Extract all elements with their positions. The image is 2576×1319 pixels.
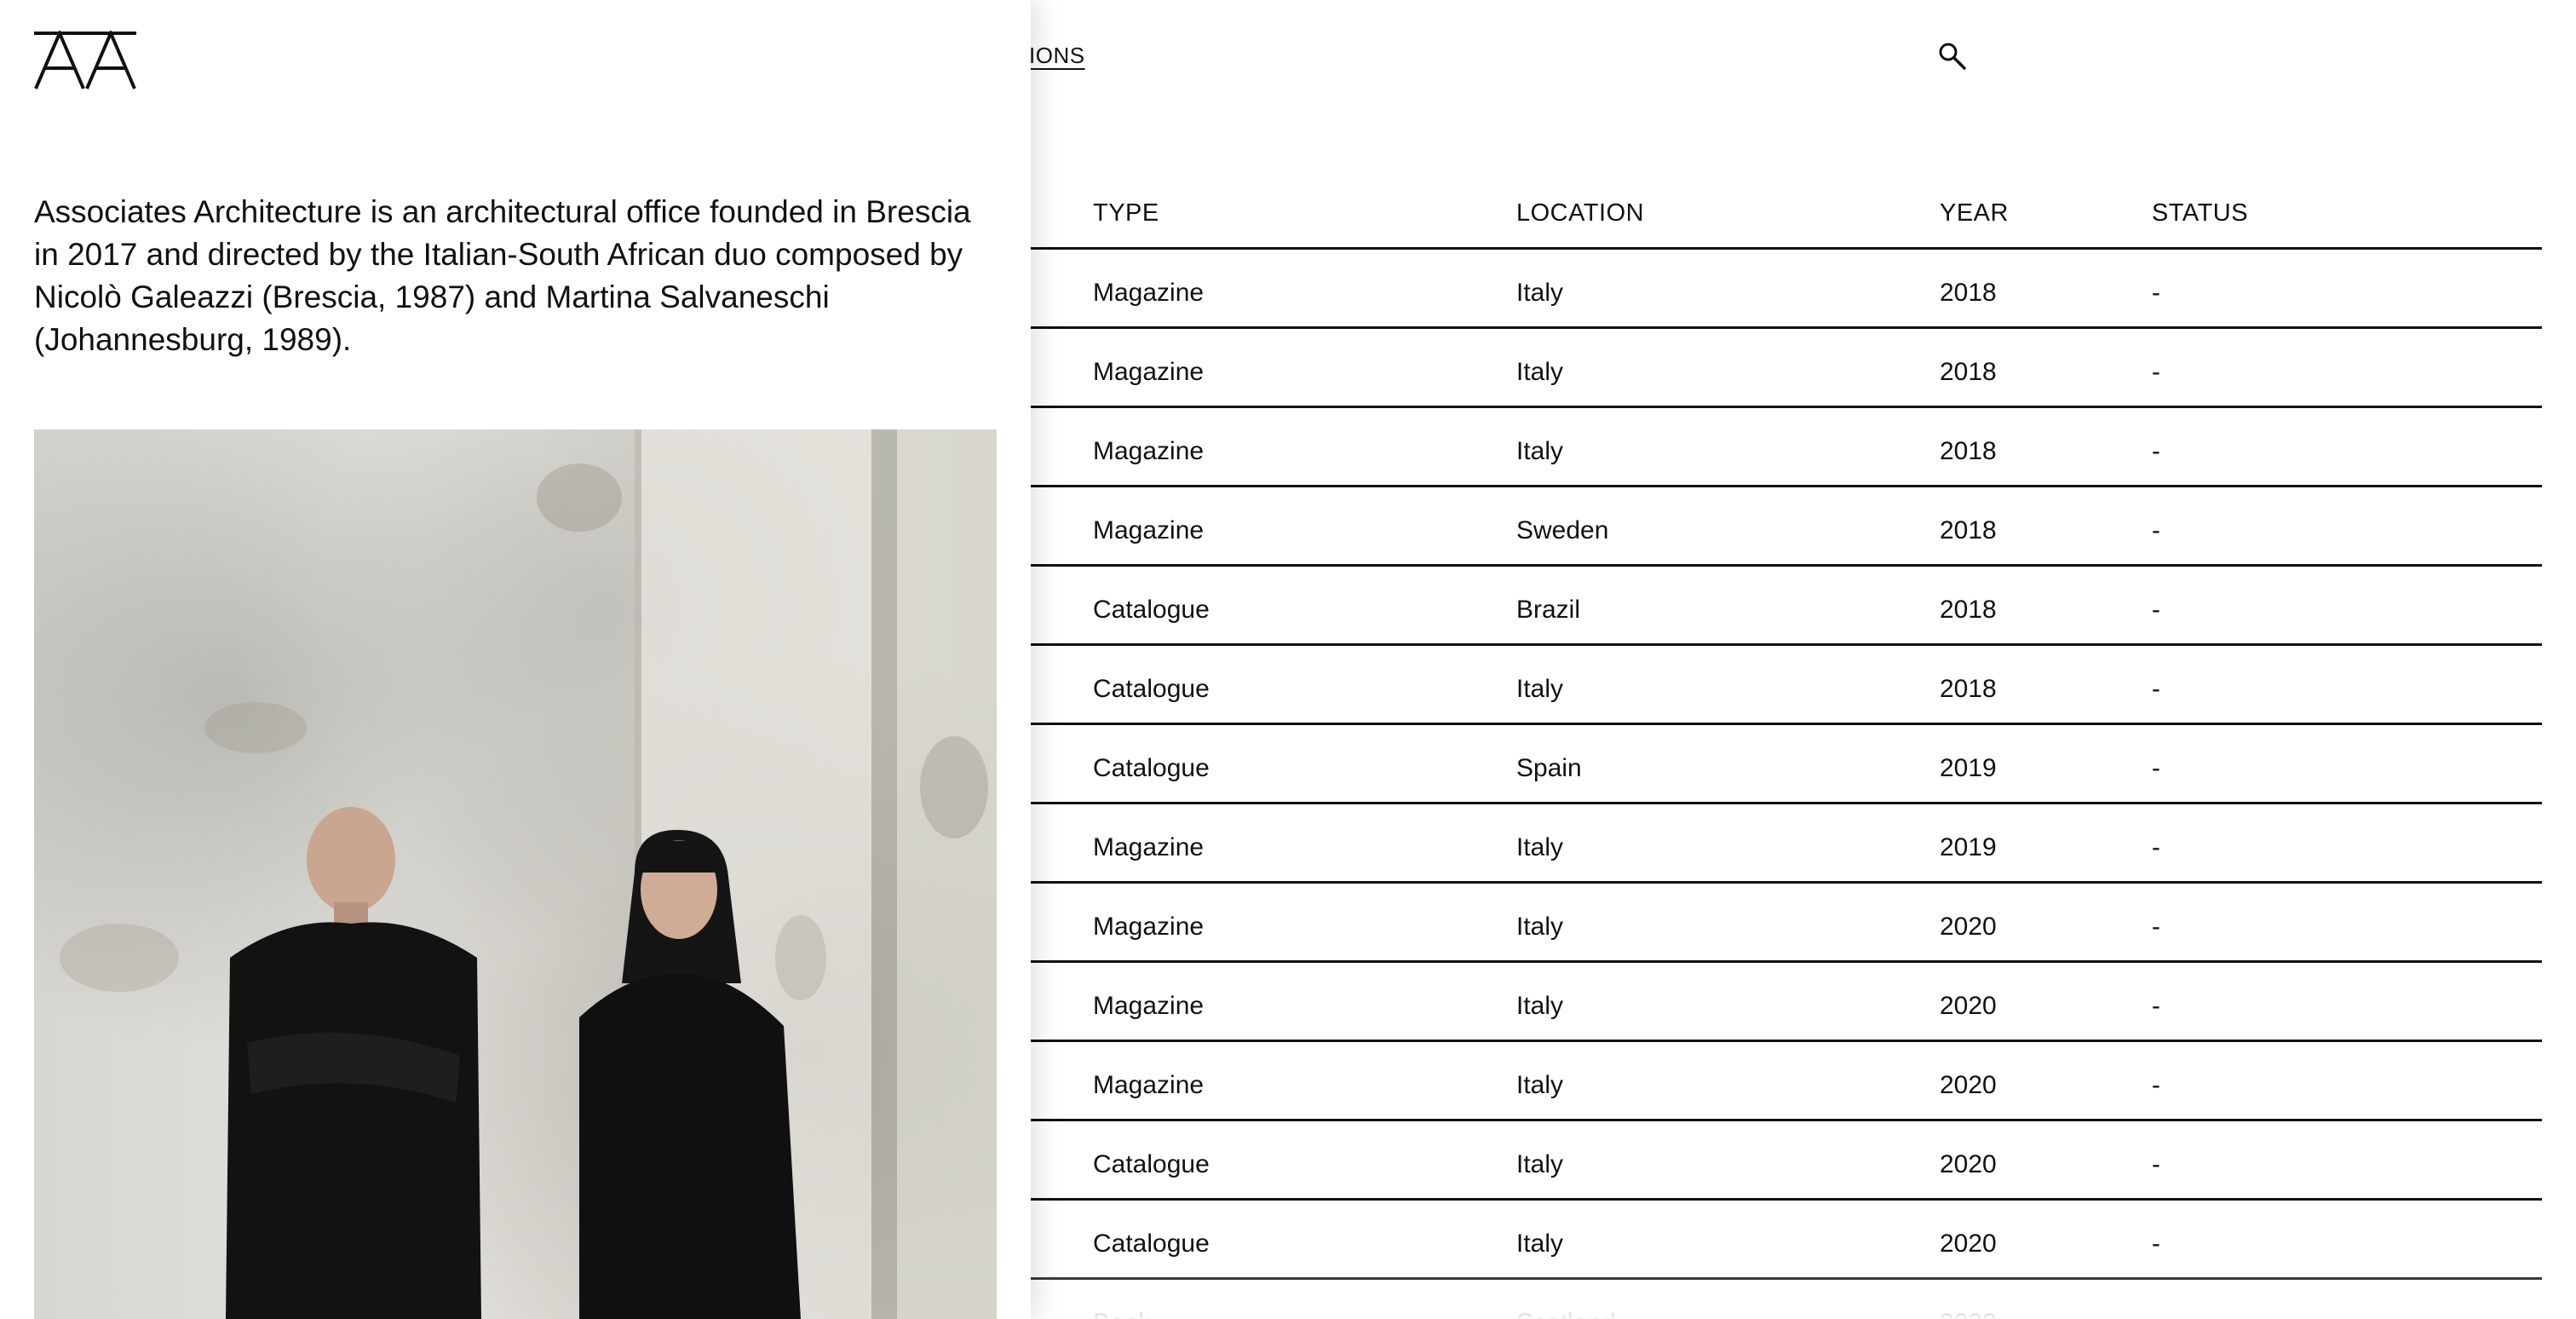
cell-location: Italy xyxy=(1516,675,1564,703)
publications-table: TYPE LOCATION YEAR STATUS Magazine Italy 2… xyxy=(1014,170,2542,1319)
cell-status: - xyxy=(2152,1230,2160,1258)
cell-type: Magazine xyxy=(1093,358,1205,386)
cell-year: 2019 xyxy=(1940,833,1997,861)
cell-year: 2018 xyxy=(1940,437,1997,465)
column-header-location[interactable]: LOCATION xyxy=(1516,199,1644,228)
table-row[interactable]: Magazine Sweden 2018 - xyxy=(1014,487,2542,567)
cell-type: Magazine xyxy=(1093,833,1205,861)
cell-type: Catalogue xyxy=(1093,1150,1210,1178)
cell-location: Italy xyxy=(1516,1150,1564,1178)
cell-status: - xyxy=(2152,279,2160,307)
cell-year: 2018 xyxy=(1940,279,1997,307)
cell-type: Catalogue xyxy=(1093,675,1210,703)
table-row[interactable]: Catalogue Italy 2020 - xyxy=(1014,1121,2542,1201)
cell-year: 2020 xyxy=(1940,913,1997,941)
cell-location: Sweden xyxy=(1516,516,1609,544)
cell-type: Magazine xyxy=(1093,992,1205,1020)
cell-type: Magazine xyxy=(1093,1071,1205,1099)
cell-location: Italy xyxy=(1516,913,1564,941)
cell-location: Scotland xyxy=(1516,1309,1616,1319)
table-row[interactable]: Magazine Italy 2019 - xyxy=(1014,804,2542,884)
cell-status: - xyxy=(2152,358,2160,386)
cell-location: Italy xyxy=(1516,358,1564,386)
table-header: TYPE LOCATION YEAR STATUS xyxy=(1014,170,2542,250)
cell-type: Magazine xyxy=(1093,279,1205,307)
cell-location: Italy xyxy=(1516,833,1564,861)
cell-location: Brazil xyxy=(1516,596,1581,624)
cell-location: Italy xyxy=(1516,279,1564,307)
cell-type: Catalogue xyxy=(1093,596,1210,624)
cell-status: - xyxy=(2152,1150,2160,1178)
cell-year: 2018 xyxy=(1940,675,1997,703)
table-row[interactable]: Catalogue Brazil 2018 - xyxy=(1014,567,2542,646)
cell-location: Italy xyxy=(1516,992,1564,1020)
about-text: Associates Architecture is an architectu… xyxy=(34,194,971,357)
cell-status: - xyxy=(2152,913,2160,941)
founders-photo-illustration xyxy=(60,429,997,1319)
cell-status: - xyxy=(2152,596,2160,624)
table-row[interactable]: Book Scotland 2020 xyxy=(1014,1280,2542,1319)
cell-location: Spain xyxy=(1516,754,1582,782)
cell-year: 2018 xyxy=(1940,516,1997,544)
cell-year: 2018 xyxy=(1940,596,1997,624)
column-header-year[interactable]: YEAR xyxy=(1940,199,2009,228)
cell-year: 2020 xyxy=(1940,1150,1997,1178)
cell-year: 2020 xyxy=(1940,1071,1997,1099)
search-icon[interactable] xyxy=(1937,41,1968,72)
cell-type: Book xyxy=(1093,1309,1151,1319)
cell-status: - xyxy=(2152,437,2160,465)
cell-location: Italy xyxy=(1516,1071,1564,1099)
cell-year: 2020 xyxy=(1940,1230,1997,1258)
nav-link-publications[interactable]: IONS xyxy=(1029,43,1085,69)
column-header-type[interactable]: TYPE xyxy=(1093,199,1159,228)
about-panel: Associates Architecture is an architectu… xyxy=(0,0,1031,1319)
table-row[interactable]: Magazine Italy 2020 - xyxy=(1014,1042,2542,1121)
cell-type: Catalogue xyxy=(1093,754,1210,782)
table-row[interactable]: Magazine Italy 2018 - xyxy=(1014,408,2542,487)
cell-year: 2020 xyxy=(1940,1309,1997,1319)
cell-status: - xyxy=(2152,1071,2160,1099)
cell-type: Magazine xyxy=(1093,437,1205,465)
cell-status: - xyxy=(2152,675,2160,703)
table-row[interactable]: Catalogue Italy 2020 - xyxy=(1014,1201,2542,1280)
table-row[interactable]: Catalogue Italy 2018 - xyxy=(1014,646,2542,725)
page: IONS TYPE LOCATION YEAR STATUS Magazine I… xyxy=(0,0,2576,1319)
cell-type: Magazine xyxy=(1093,516,1205,544)
table-row[interactable]: Magazine Italy 2018 - xyxy=(1014,329,2542,408)
cell-type: Magazine xyxy=(1093,913,1205,941)
cell-year: 2020 xyxy=(1940,992,1997,1020)
table-row[interactable]: Magazine Italy 2018 - xyxy=(1014,250,2542,329)
founders-photo xyxy=(34,429,997,1319)
cell-year: 2019 xyxy=(1940,754,1997,782)
cell-location: Italy xyxy=(1516,437,1564,465)
cell-year: 2018 xyxy=(1940,358,1997,386)
cell-location: Italy xyxy=(1516,1230,1564,1258)
column-header-status[interactable]: STATUS xyxy=(2152,199,2248,228)
aa-logo-icon[interactable] xyxy=(34,31,136,90)
table-row[interactable]: Magazine Italy 2020 - xyxy=(1014,884,2542,963)
cell-status: - xyxy=(2152,516,2160,544)
cell-status: - xyxy=(2152,992,2160,1020)
table-row[interactable]: Magazine Italy 2020 - xyxy=(1014,963,2542,1042)
cell-status: - xyxy=(2152,833,2160,861)
table-row[interactable]: Catalogue Spain 2019 - xyxy=(1014,725,2542,804)
cell-status: - xyxy=(2152,754,2160,782)
cell-type: Catalogue xyxy=(1093,1230,1210,1258)
